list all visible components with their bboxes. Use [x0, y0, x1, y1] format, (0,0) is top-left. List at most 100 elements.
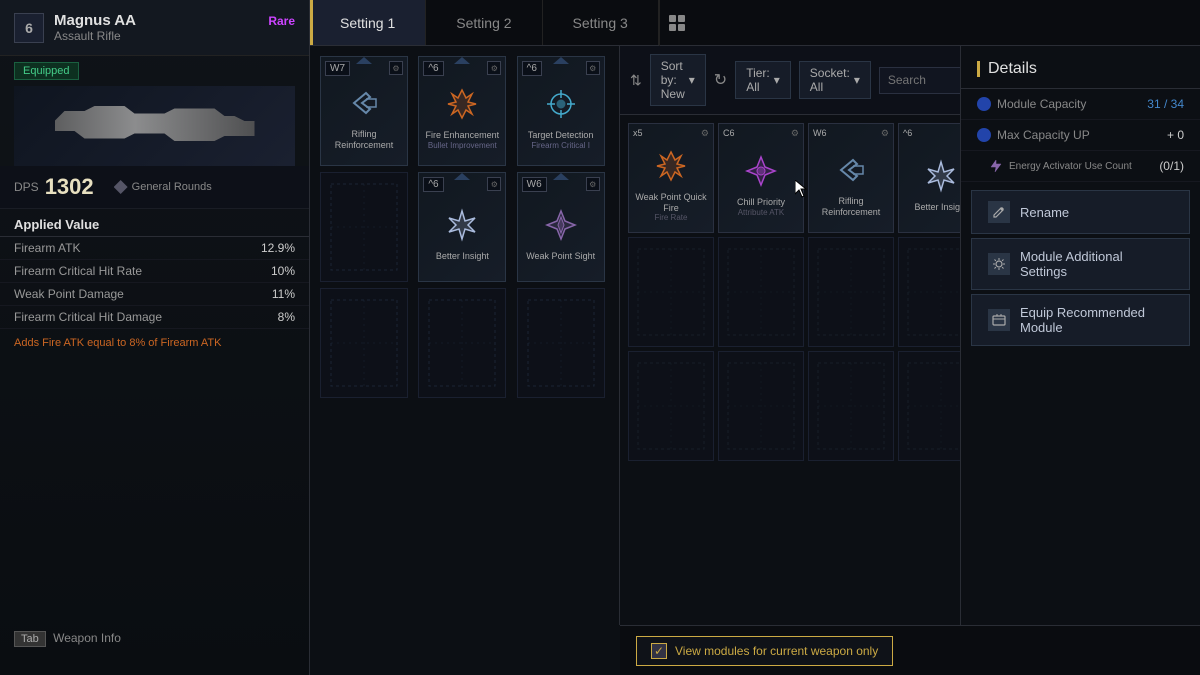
module-slot-name: Weak Point Sight [522, 251, 599, 262]
slot-settings-icon: ⚙ [487, 177, 501, 191]
stat-name: Firearm ATK [14, 241, 80, 255]
slot-level-badge: W6 [522, 177, 547, 192]
module-slots-section: W7⚙Rifling Reinforcement^6⚙Fire Enhancem… [310, 46, 620, 625]
slot-level-badge: ^6 [423, 61, 443, 76]
tier-filter[interactable]: Tier: All ▾ [735, 61, 791, 99]
details-title: Details [961, 46, 1200, 89]
equipped-badge: Equipped [14, 62, 79, 80]
weapon-level: 6 [14, 13, 44, 43]
equip-recommended-button[interactable]: Equip Recommended Module [971, 294, 1190, 346]
max-capacity-icon [977, 128, 991, 142]
inventory-slot[interactable] [898, 237, 960, 347]
module-icon-area [440, 203, 484, 247]
stat-name: Firearm Critical Hit Rate [14, 264, 142, 278]
main-area: Setting 1 Setting 2 Setting 3 W7⚙Rifling… [310, 0, 1200, 675]
slot-level-badge: ^6 [423, 177, 443, 192]
module-slot[interactable] [320, 288, 408, 398]
bottom-bar: ✓ View modules for current weapon only M… [620, 625, 1200, 675]
module-slot[interactable] [517, 288, 605, 398]
inventory-slot[interactable] [898, 351, 960, 461]
module-slot[interactable]: ^6⚙Better Insight [418, 172, 506, 282]
socket-filter[interactable]: Socket: All ▾ [799, 61, 871, 99]
module-slot[interactable]: W7⚙Rifling Reinforcement [320, 56, 408, 166]
inv-item-name: Weak Point Quick Fire [629, 192, 713, 214]
weapon-info: Magnus AA Rare Assault Rifle [54, 12, 295, 43]
checkbox[interactable]: ✓ [651, 643, 667, 659]
module-slot[interactable] [418, 288, 506, 398]
module-slot[interactable]: W6⚙Weak Point Sight [517, 172, 605, 282]
slot-arrow-up-icon [553, 57, 569, 64]
slot-level-badge: ^6 [522, 61, 542, 76]
checkmark-icon: ✓ [654, 644, 664, 658]
tab-setting1[interactable]: Setting 1 [310, 0, 426, 45]
inventory-slot[interactable] [808, 237, 894, 347]
dps-value: 1302 [45, 174, 94, 200]
module-capacity-row: Module Capacity 31 / 34 [961, 89, 1200, 120]
module-icon-area [342, 81, 386, 125]
module-capacity-label: Module Capacity [977, 97, 1086, 111]
inv-settings-icon: ⚙ [881, 128, 889, 139]
tab-grid-view[interactable] [659, 0, 695, 46]
stat-value: 10% [271, 264, 295, 278]
refresh-icon[interactable]: ↻ [714, 70, 727, 90]
tab-setting3[interactable]: Setting 3 [543, 0, 659, 45]
inventory-slot[interactable]: C6⚙Chill PriorityAttribute ATK [718, 123, 804, 233]
energy-value: (0/1) [1159, 159, 1184, 173]
empty-inv-slot-icon [726, 247, 796, 337]
module-slot-sub: Firearm Critical I [527, 141, 594, 150]
rename-button[interactable]: Rename [971, 190, 1190, 234]
module-area: W7⚙Rifling Reinforcement^6⚙Fire Enhancem… [310, 46, 1200, 625]
inv-settings-icon: ⚙ [701, 128, 709, 139]
search-box[interactable]: 🔍 [879, 67, 960, 94]
tab-setting2[interactable]: Setting 2 [426, 0, 542, 45]
module-icon-area [539, 82, 583, 126]
inv-item-name: Better Insight [910, 202, 960, 213]
rename-label: Rename [1020, 205, 1069, 220]
slot-settings-icon: ⚙ [586, 61, 600, 75]
checkbox-label: View modules for current weapon only [675, 644, 878, 658]
search-input[interactable] [888, 73, 960, 87]
empty-slot-icon [427, 298, 497, 388]
ammo-icon [114, 180, 128, 194]
sort-label: Sort by: New [661, 59, 685, 101]
inventory-slot[interactable] [808, 351, 894, 461]
inv-icon-area [649, 144, 693, 188]
inventory-slot[interactable]: x5⚙Weak Point Quick FireFire Rate [628, 123, 714, 233]
empty-inv-slot-icon [636, 361, 706, 451]
ammo-label: General Rounds [132, 181, 212, 193]
inventory-slot[interactable]: W6⚙Rifling Reinforcement [808, 123, 894, 233]
inventory-slot[interactable] [628, 351, 714, 461]
empty-inv-slot-icon [906, 247, 960, 337]
stat-row: Firearm Critical Hit Rate 10% [0, 260, 309, 283]
weapon-type: Assault Rifle [54, 29, 295, 43]
sort-chevron-icon: ▾ [689, 73, 695, 87]
stat-name: Weak Point Damage [14, 287, 124, 301]
module-icon-area [440, 82, 484, 126]
inv-item-type: Fire Rate [655, 213, 688, 222]
inventory-slot[interactable] [718, 351, 804, 461]
inventory-slot[interactable] [628, 237, 714, 347]
sort-filter[interactable]: Sort by: New ▾ [650, 54, 706, 106]
module-slot[interactable]: ^6⚙Target DetectionFirearm Critical I [517, 56, 605, 166]
socket-label: Socket: All [810, 66, 850, 94]
sort-icon: ⇅ [630, 72, 642, 89]
tab-key[interactable]: Tab [14, 631, 46, 647]
inventory-slot[interactable]: ^6⚙x3Better Insight [898, 123, 960, 233]
max-capacity-label: Max Capacity UP [977, 128, 1090, 142]
energy-label: Energy Activator Use Count [989, 159, 1132, 173]
inventory-slot[interactable] [718, 237, 804, 347]
module-slot[interactable]: ^6⚙Fire EnhancementBullet Improvement [418, 56, 506, 166]
module-settings-icon [988, 253, 1010, 275]
module-slot[interactable] [320, 172, 408, 282]
inv-item-name: Rifling Reinforcement [809, 196, 893, 218]
view-current-weapon-toggle[interactable]: ✓ View modules for current weapon only [636, 636, 893, 666]
action-buttons: Rename Module Additional Settings [961, 190, 1200, 346]
rename-icon [988, 201, 1010, 223]
max-capacity-value: + 0 [1167, 128, 1184, 142]
weapon-silhouette [55, 101, 255, 151]
stat-name: Firearm Critical Hit Damage [14, 310, 162, 324]
module-settings-button[interactable]: Module Additional Settings [971, 238, 1190, 290]
weapon-rarity: Rare [268, 14, 295, 28]
module-capacity-value: 31 / 34 [1147, 97, 1184, 111]
inv-icon-area [919, 154, 960, 198]
